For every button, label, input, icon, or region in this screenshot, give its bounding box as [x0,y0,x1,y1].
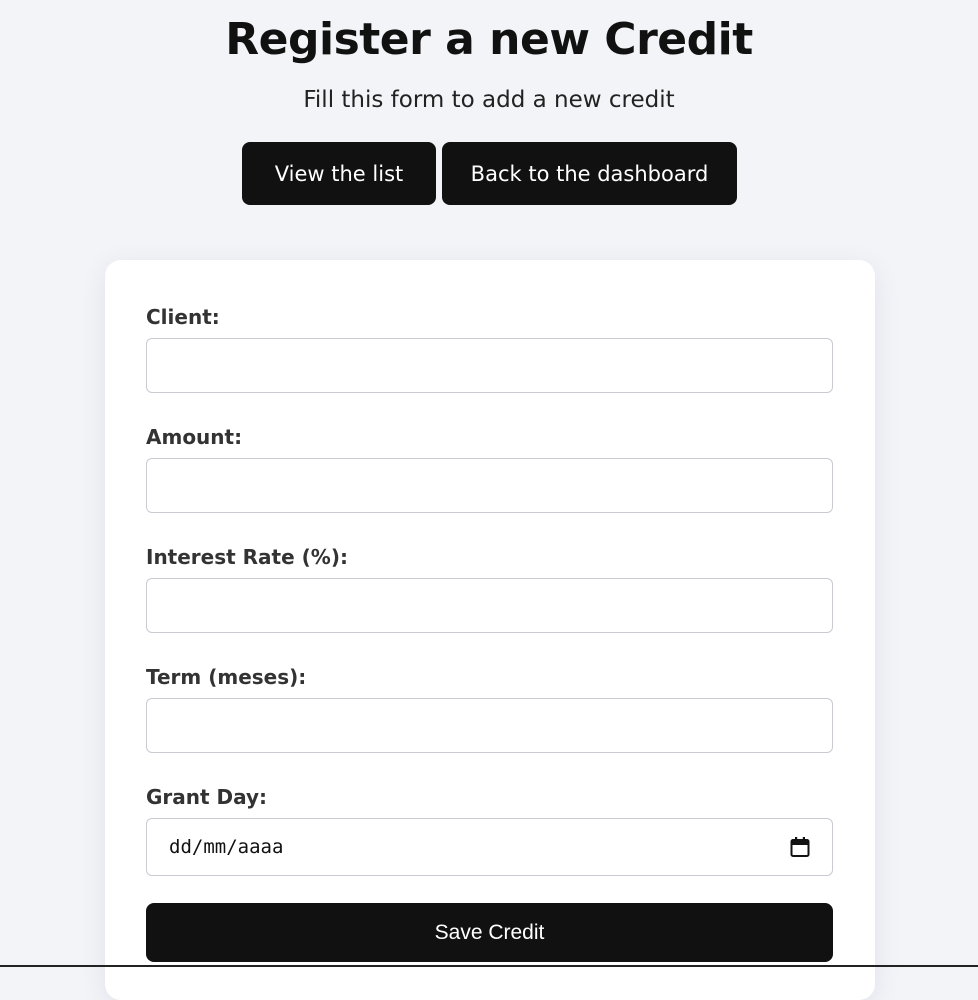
grant-day-placeholder: dd/mm/aaaa [169,836,284,858]
amount-label: Amount: [146,425,243,449]
client-label: Client: [146,305,220,329]
amount-input[interactable] [146,458,833,513]
interest-rate-input[interactable] [146,578,833,633]
save-credit-button[interactable]: Save Credit [146,903,833,962]
grant-day-label: Grant Day: [146,785,268,809]
page-title: Register a new Credit [225,14,753,65]
client-input[interactable] [146,338,833,393]
interest-rate-label: Interest Rate (%): [146,545,348,569]
term-label: Term (meses): [146,665,307,689]
page-subtitle: Fill this form to add a new credit [303,87,675,113]
grant-day-input[interactable]: dd/mm/aaaa [146,818,833,876]
calendar-icon[interactable] [790,836,810,858]
back-to-dashboard-button[interactable]: Back to the dashboard [442,142,737,205]
term-input[interactable] [146,698,833,753]
credit-form-card: Client: Amount: Interest Rate (%): Term … [105,260,875,1000]
view-list-button[interactable]: View the list [242,142,436,205]
